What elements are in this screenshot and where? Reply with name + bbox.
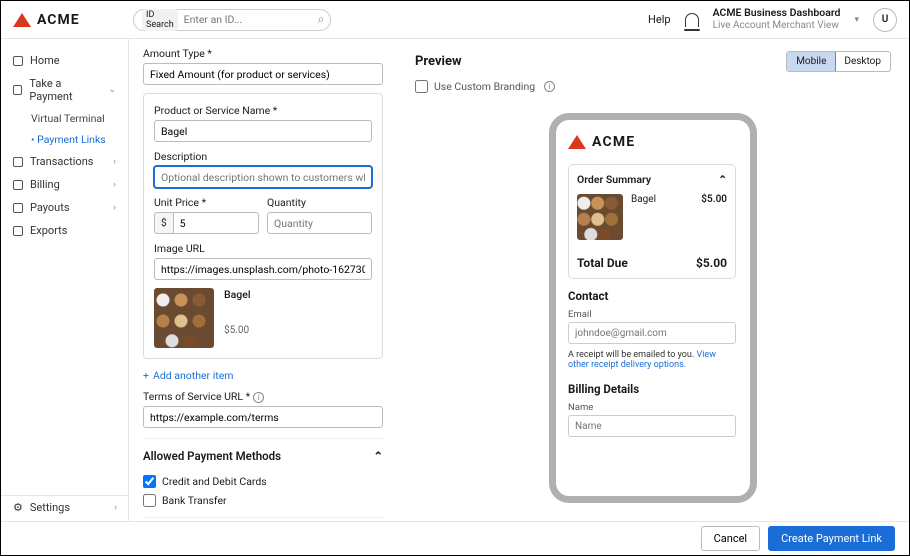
chevron-up-icon[interactable]: ⌃ bbox=[718, 173, 727, 186]
sidebar: Home Take a Payment⌄ Virtual Terminal Pa… bbox=[1, 39, 129, 555]
chevron-down-icon[interactable]: ▾ bbox=[854, 15, 859, 25]
email-label: Email bbox=[568, 309, 736, 320]
product-name-label: Product or Service Name * bbox=[154, 104, 372, 117]
phone-preview: ACME Order Summary ⌃ Bagel $5.00 Total Du… bbox=[549, 113, 757, 503]
billing-icon bbox=[13, 180, 23, 190]
credit-card-checkbox[interactable]: Credit and Debit Cards bbox=[143, 475, 383, 488]
sidebar-item-virtual-terminal[interactable]: Virtual Terminal bbox=[1, 108, 128, 129]
account-switcher[interactable]: ACME Business Dashboard Live Account Mer… bbox=[713, 7, 841, 32]
footer: Cancel Create Payment Link bbox=[1, 521, 909, 555]
add-another-item[interactable]: +Add another item bbox=[143, 369, 383, 382]
payment-icon bbox=[13, 85, 22, 95]
mobile-tab[interactable]: Mobile bbox=[786, 51, 836, 72]
line-item-card: Product or Service Name * Description Un… bbox=[143, 93, 383, 359]
sidebar-item-payment-links[interactable]: Payment Links bbox=[1, 129, 128, 150]
quantity-label: Quantity bbox=[267, 196, 372, 209]
sidebar-item-billing[interactable]: Billing› bbox=[1, 173, 128, 196]
name-label: Name bbox=[568, 402, 736, 413]
custom-branding-checkbox[interactable]: Use Custom Brandingi bbox=[415, 80, 891, 93]
brand-name: ACME bbox=[37, 12, 80, 28]
contact-heading: Contact bbox=[568, 289, 736, 303]
account-name: ACME Business Dashboard bbox=[713, 7, 841, 20]
unit-price-input[interactable] bbox=[173, 212, 259, 234]
logo-icon bbox=[568, 135, 586, 149]
preview-product-name: Bagel bbox=[224, 288, 251, 301]
billing-heading: Billing Details bbox=[568, 382, 736, 396]
desktop-tab[interactable]: Desktop bbox=[835, 52, 890, 71]
image-url-input[interactable] bbox=[154, 258, 372, 280]
info-icon[interactable]: i bbox=[544, 81, 555, 92]
order-item-price: $5.00 bbox=[701, 194, 727, 240]
transactions-icon bbox=[13, 157, 23, 167]
notifications-icon[interactable] bbox=[685, 13, 699, 27]
order-item-name: Bagel bbox=[631, 194, 656, 205]
avatar[interactable]: U bbox=[873, 8, 897, 32]
preview-title: Preview bbox=[415, 54, 462, 69]
tos-label: Terms of Service URL *i bbox=[143, 390, 383, 403]
global-search[interactable]: ID Search ⌕ bbox=[133, 9, 331, 31]
sidebar-item-take-payment[interactable]: Take a Payment⌄ bbox=[1, 72, 128, 108]
brand-logo: ACME bbox=[13, 12, 119, 28]
exports-icon bbox=[13, 226, 23, 236]
preview-product-price: $5.00 bbox=[224, 325, 251, 336]
help-link[interactable]: Help bbox=[648, 13, 671, 26]
unit-price-label: Unit Price * bbox=[154, 196, 259, 209]
sidebar-item-home[interactable]: Home bbox=[1, 49, 128, 72]
amount-type-select[interactable]: Fixed Amount (for product or services) bbox=[143, 63, 383, 85]
viewport-toggle: Mobile Desktop bbox=[786, 51, 891, 72]
receipt-note: A receipt will be emailed to you. View o… bbox=[568, 350, 736, 370]
payouts-icon bbox=[13, 203, 23, 213]
logo-icon bbox=[13, 13, 31, 27]
search-mode-label: ID Search bbox=[142, 9, 178, 31]
chevron-down-icon: ⌄ bbox=[108, 85, 116, 95]
image-url-label: Image URL bbox=[154, 242, 372, 255]
sidebar-item-settings[interactable]: ⚙Settings› bbox=[1, 496, 129, 519]
quantity-input[interactable] bbox=[267, 212, 372, 234]
chevron-up-icon: ⌃ bbox=[373, 449, 383, 463]
order-item-thumbnail bbox=[577, 194, 623, 240]
preview-panel: Preview Mobile Desktop Use Custom Brandi… bbox=[397, 39, 909, 555]
email-input[interactable] bbox=[568, 322, 736, 344]
description-input[interactable] bbox=[154, 166, 372, 188]
amount-type-label: Amount Type * bbox=[143, 47, 383, 60]
chevron-right-icon: › bbox=[113, 157, 116, 167]
name-input[interactable] bbox=[568, 415, 736, 437]
payment-link-form: Amount Type * Fixed Amount (for product … bbox=[129, 39, 397, 555]
create-payment-link-button[interactable]: Create Payment Link bbox=[768, 526, 895, 551]
allowed-methods-section[interactable]: Allowed Payment Methods⌃ bbox=[143, 438, 383, 469]
chevron-right-icon: › bbox=[113, 180, 116, 190]
currency-symbol: $ bbox=[154, 212, 173, 234]
product-name-input[interactable] bbox=[154, 120, 372, 142]
order-summary-title: Order Summary bbox=[577, 173, 651, 186]
sidebar-item-transactions[interactable]: Transactions› bbox=[1, 150, 128, 173]
sidebar-item-payouts[interactable]: Payouts› bbox=[1, 196, 128, 219]
gear-icon: ⚙ bbox=[13, 501, 23, 514]
tos-input[interactable] bbox=[143, 406, 383, 428]
order-summary-card: Order Summary ⌃ Bagel $5.00 Total Due $5.0… bbox=[568, 164, 736, 279]
preview-brand: ACME bbox=[568, 134, 736, 150]
home-icon bbox=[13, 56, 23, 66]
info-icon[interactable]: i bbox=[253, 392, 264, 403]
chevron-right-icon: › bbox=[113, 203, 116, 213]
total-due-label: Total Due bbox=[577, 256, 628, 270]
account-subtitle: Live Account Merchant View bbox=[713, 20, 841, 32]
chevron-right-icon: › bbox=[114, 503, 117, 513]
description-label: Description bbox=[154, 150, 372, 163]
product-thumbnail bbox=[154, 288, 214, 348]
search-input[interactable] bbox=[184, 13, 318, 26]
cancel-button[interactable]: Cancel bbox=[701, 526, 760, 551]
search-icon: ⌕ bbox=[318, 12, 325, 27]
bank-transfer-checkbox[interactable]: Bank Transfer bbox=[143, 494, 383, 507]
total-due-value: $5.00 bbox=[696, 256, 727, 270]
plus-icon: + bbox=[143, 369, 149, 382]
sidebar-item-exports[interactable]: Exports bbox=[1, 219, 128, 242]
